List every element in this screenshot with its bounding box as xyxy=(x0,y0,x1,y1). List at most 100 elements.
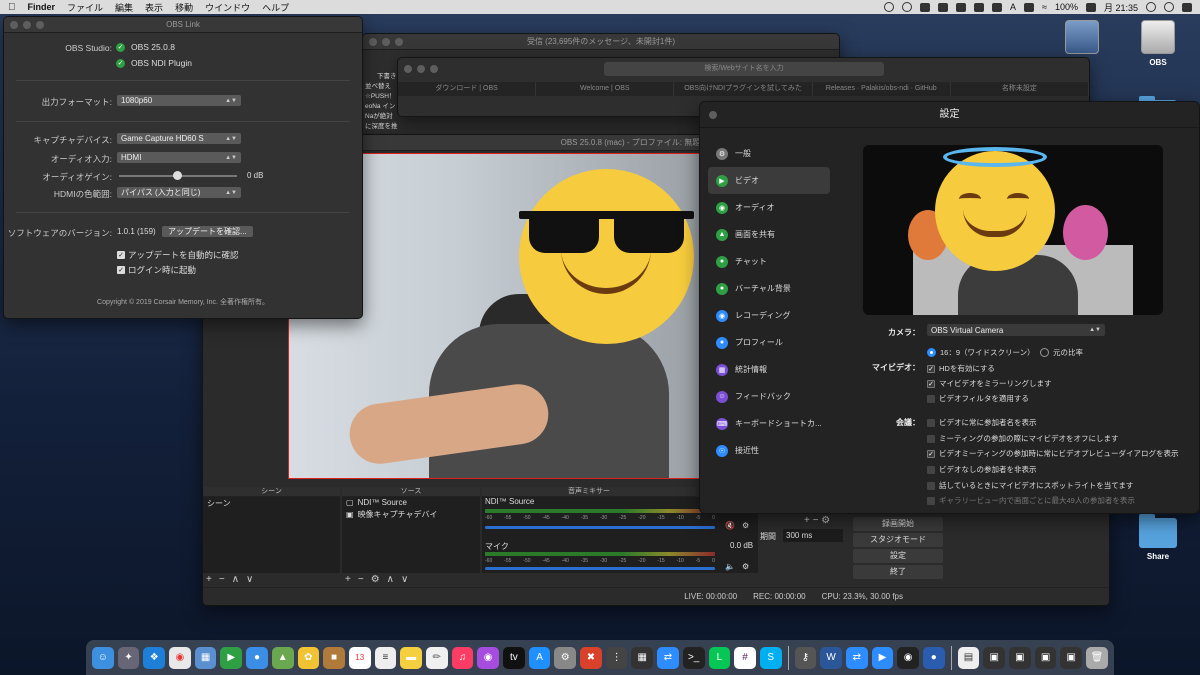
menu-app-name[interactable]: Finder xyxy=(28,2,56,12)
sidebar-item-audio[interactable]: ◉ オーディオ xyxy=(708,194,830,221)
sidebar-item-general[interactable]: ⚙ 一般 xyxy=(708,140,830,167)
settings-button[interactable]: 設定 xyxy=(853,549,943,563)
battery-text[interactable]: 100% xyxy=(1055,2,1078,12)
sidebar-item-virtual-bg[interactable]: ● バーチャル背景 xyxy=(708,275,830,302)
window-thumbnail-icon[interactable]: ▣ xyxy=(1034,646,1057,669)
battery-icon[interactable] xyxy=(1085,2,1096,12)
check-update-button[interactable]: アップデートを確認... xyxy=(162,226,253,237)
remove-icon[interactable]: − xyxy=(358,574,364,585)
safari-tab[interactable]: Welcome | OBS xyxy=(536,82,675,96)
podcasts-icon[interactable]: ◉ xyxy=(477,646,499,669)
gear-icon[interactable]: ⚙ xyxy=(371,574,380,585)
notes-icon[interactable]: ▬ xyxy=(400,646,422,669)
zoom-icon[interactable]: ▶ xyxy=(871,646,894,669)
slider-knob[interactable] xyxy=(173,171,182,180)
maps-icon[interactable]: ▲ xyxy=(271,646,294,669)
photos-icon[interactable]: ✿ xyxy=(297,646,320,669)
line-icon[interactable]: L xyxy=(708,646,731,669)
system-preferences-icon[interactable]: ⚙ xyxy=(554,646,577,669)
preview-icon[interactable]: ▦ xyxy=(194,646,217,669)
reminders-icon[interactable]: ≡ xyxy=(374,646,397,669)
wifi-icon[interactable]: ≈ xyxy=(1042,2,1047,12)
app-store-icon[interactable]: A xyxy=(528,646,551,669)
hdmi-range-select[interactable]: パイパス (入力と同じ) ▲▼ xyxy=(117,187,241,198)
cloud-icon[interactable] xyxy=(955,2,966,12)
chrome-icon[interactable]: ◉ xyxy=(169,646,191,669)
safari-tab[interactable]: 名称未設定 xyxy=(951,82,1089,96)
speaker-icon[interactable]: 🔈 xyxy=(725,562,735,571)
close-icon[interactable] xyxy=(709,111,717,119)
piano-icon[interactable]: ▦ xyxy=(631,646,654,669)
menu-file[interactable]: ファイル xyxy=(67,1,103,14)
user-icon[interactable] xyxy=(1164,2,1174,12)
mail-snippet[interactable]: eoNa イン xyxy=(365,102,399,112)
obs-icon[interactable]: ◉ xyxy=(897,646,919,669)
calendar-icon[interactable]: 13 xyxy=(348,646,371,669)
window-thumbnail-icon[interactable]: ▣ xyxy=(1009,646,1031,669)
start-recording-button[interactable]: 録画開始 xyxy=(853,517,943,531)
contacts-icon[interactable]: ■ xyxy=(323,646,345,669)
trash-icon[interactable]: 🗑 xyxy=(1086,646,1108,669)
mail-snippet[interactable]: 並べ替え xyxy=(365,82,399,92)
menu-help[interactable]: ヘルプ xyxy=(262,1,289,14)
meeting-option-checkbox[interactable]: 話しているときにマイビデオにスポットライトを当てます xyxy=(927,480,1133,491)
gear-icon[interactable]: ⚙ xyxy=(821,515,830,526)
mail-snippet[interactable]: に深度を推 xyxy=(365,122,399,132)
safari-url-bar[interactable]: 検索/Webサイト名を入力 xyxy=(604,62,884,76)
add-icon[interactable]: + xyxy=(345,574,351,585)
safari-tab[interactable]: Releases · Palakis/obs-ndi · GitHub xyxy=(813,82,951,96)
status-icon[interactable] xyxy=(991,2,1002,12)
down-icon[interactable]: ∨ xyxy=(246,574,253,585)
mirror-checkbox[interactable]: ✓ マイビデオをミラーリングします xyxy=(927,378,1052,389)
mail-snippet[interactable]: 下書き xyxy=(365,72,399,82)
safari-tab[interactable]: OBS向けNDIプラグインを試してみた xyxy=(674,82,813,96)
add-icon[interactable]: + xyxy=(804,515,810,526)
status-icon[interactable] xyxy=(973,2,984,12)
meeting-option-checkbox[interactable]: ミーティングの参加の際にマイビデオをオフにします xyxy=(927,433,1119,444)
teamviewer-icon[interactable]: ⇄ xyxy=(845,646,868,669)
sidebar-item-statistics[interactable]: ▦ 統計情報 xyxy=(708,356,830,383)
output-format-select[interactable]: 1080p60 ▲▼ xyxy=(117,95,241,106)
safari-icon[interactable]: ❖ xyxy=(143,646,166,669)
clock[interactable]: 月 21:35 xyxy=(1104,1,1138,14)
sidebar-item-share-screen[interactable]: ▲ 画面を共有 xyxy=(708,221,830,248)
word-icon[interactable]: W xyxy=(820,646,842,669)
audio-app-icon[interactable]: ⋮ xyxy=(605,646,628,669)
status-icon[interactable] xyxy=(883,2,894,12)
sidebar-item-profile[interactable]: ● プロフィール xyxy=(708,329,830,356)
messages-icon[interactable]: ● xyxy=(246,646,268,669)
auto-update-checkbox[interactable]: ✓ アップデートを自動的に確認 xyxy=(117,249,239,261)
capture-device-select[interactable]: Game Capture HD60 S ▲▼ xyxy=(117,133,241,144)
desktop-drive-obs[interactable]: OBS xyxy=(1128,20,1188,67)
scene-item[interactable]: シーン xyxy=(203,497,340,510)
source-item[interactable]: ▣ 映像キャプチャデバイ xyxy=(342,508,480,521)
studio-mode-button[interactable]: スタジオモード xyxy=(853,533,943,547)
ratio-16-9-radio[interactable]: 16：9（ワイドスクリーン） xyxy=(927,347,1035,358)
document-icon[interactable]: ▤ xyxy=(957,646,980,669)
meeting-option-checkbox[interactable]: ギャラリービュー内で画面ごとに最大49人の参加者を表示 xyxy=(927,495,1135,506)
skype-icon[interactable]: S xyxy=(759,646,782,669)
menu-view[interactable]: 表示 xyxy=(145,1,163,14)
audio-input-select[interactable]: HDMI ▲▼ xyxy=(117,152,241,163)
duration-input[interactable]: 300 ms xyxy=(783,529,843,542)
volume-slider[interactable] xyxy=(485,526,715,529)
add-icon[interactable]: + xyxy=(206,574,212,585)
source-item[interactable]: ▢ NDI™ Source xyxy=(342,497,480,508)
zoom-status-icon[interactable] xyxy=(937,2,948,12)
volume-slider[interactable] xyxy=(485,567,715,570)
teamviewer-icon[interactable]: ⇄ xyxy=(657,646,679,669)
up-icon[interactable]: ∧ xyxy=(387,574,394,585)
ratio-original-radio[interactable]: 元の比率 xyxy=(1040,347,1083,358)
sidebar-item-accessibility[interactable]: ☉ 接近性 xyxy=(708,437,830,464)
finder-icon[interactable]: ☺ xyxy=(92,646,114,669)
hd-checkbox[interactable]: ✓ HDを有効にする xyxy=(927,363,995,374)
meeting-option-checkbox[interactable]: ✓ ビデオミーティングの参加時に常にビデオプレビューダイアログを表示 xyxy=(927,448,1179,459)
meeting-option-checkbox[interactable]: ビデオに常に参加者名を表示 xyxy=(927,417,1037,428)
sidebar-item-keyboard[interactable]: ⌨ キーボードショートカ... xyxy=(708,410,830,437)
sidebar-item-feedback[interactable]: ☺ フィードバック xyxy=(708,383,830,410)
safari-tab[interactable]: ダウンロード | OBS xyxy=(398,82,537,96)
remove-icon[interactable]: − xyxy=(813,515,819,526)
window-thumbnail-icon[interactable]: ▣ xyxy=(1060,646,1083,669)
remove-icon[interactable]: − xyxy=(219,574,225,585)
input-source-icon[interactable]: A xyxy=(1010,2,1016,12)
